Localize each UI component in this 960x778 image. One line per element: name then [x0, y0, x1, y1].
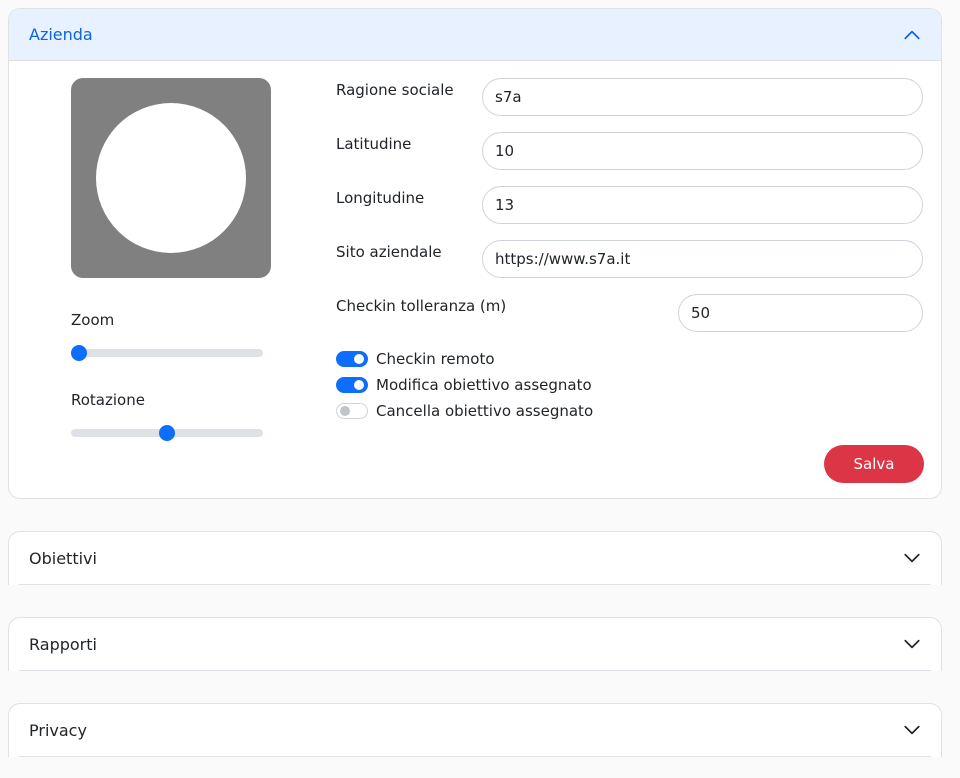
modifica-obiettivo-label: Modifica obiettivo assegnato	[376, 376, 592, 394]
divider	[19, 756, 931, 757]
ragione-sociale-input[interactable]	[482, 78, 923, 116]
sito-aziendale-label: Sito aziendale	[336, 243, 442, 261]
accordion-title-azienda: Azienda	[29, 25, 93, 44]
rotation-slider[interactable]	[71, 425, 263, 441]
accordion-title-privacy: Privacy	[29, 720, 87, 740]
rotation-label: Rotazione	[71, 391, 145, 409]
accordion-rapporti: Rapporti	[8, 617, 942, 671]
sito-aziendale-input[interactable]	[482, 240, 923, 278]
chevron-down-icon[interactable]	[903, 549, 921, 567]
accordion-header-rapporti[interactable]: Rapporti	[9, 618, 941, 670]
latitudine-input[interactable]	[482, 132, 923, 170]
ragione-sociale-label: Ragione sociale	[336, 81, 454, 99]
divider	[19, 584, 931, 585]
cancella-obiettivo-label: Cancella obiettivo assegnato	[376, 402, 594, 420]
cancella-obiettivo-switch[interactable]	[336, 403, 368, 419]
switch-row-checkin-remoto: Checkin remoto	[336, 349, 495, 369]
save-button[interactable]: Salva	[824, 445, 924, 483]
accordion-azienda: Azienda Zoom Rotazione Ragione sociale L…	[8, 8, 942, 499]
zoom-slider[interactable]	[71, 345, 263, 361]
accordion-obiettivi: Obiettivi	[8, 531, 942, 585]
chevron-up-icon[interactable]	[903, 26, 921, 44]
checkin-tolleranza-input[interactable]	[678, 294, 923, 332]
switch-row-modifica-obiettivo: Modifica obiettivo assegnato	[336, 375, 592, 395]
accordion-privacy: Privacy	[8, 703, 942, 757]
checkin-tolleranza-label: Checkin tolleranza (m)	[336, 297, 507, 315]
longitudine-input[interactable]	[482, 186, 923, 224]
chevron-down-icon[interactable]	[903, 721, 921, 739]
modifica-obiettivo-switch[interactable]	[336, 377, 368, 393]
accordion-header-privacy[interactable]: Privacy	[9, 704, 941, 756]
latitudine-label: Latitudine	[336, 135, 412, 153]
chevron-down-icon[interactable]	[903, 635, 921, 653]
switch-row-cancella-obiettivo: Cancella obiettivo assegnato	[336, 401, 593, 421]
rotation-slider-thumb[interactable]	[159, 425, 175, 441]
accordion-header-azienda[interactable]: Azienda	[9, 9, 941, 61]
zoom-slider-thumb[interactable]	[71, 345, 87, 361]
accordion-title-obiettivi: Obiettivi	[29, 548, 97, 568]
accordion-title-rapporti: Rapporti	[29, 634, 97, 654]
longitudine-label: Longitudine	[336, 189, 425, 207]
zoom-label: Zoom	[71, 311, 115, 329]
checkin-remoto-switch[interactable]	[336, 351, 368, 367]
divider	[19, 670, 931, 671]
checkin-remoto-label: Checkin remoto	[376, 350, 495, 368]
logo-preview	[71, 78, 271, 278]
accordion-header-obiettivi[interactable]: Obiettivi	[9, 532, 941, 584]
crop-circle[interactable]	[96, 103, 246, 253]
